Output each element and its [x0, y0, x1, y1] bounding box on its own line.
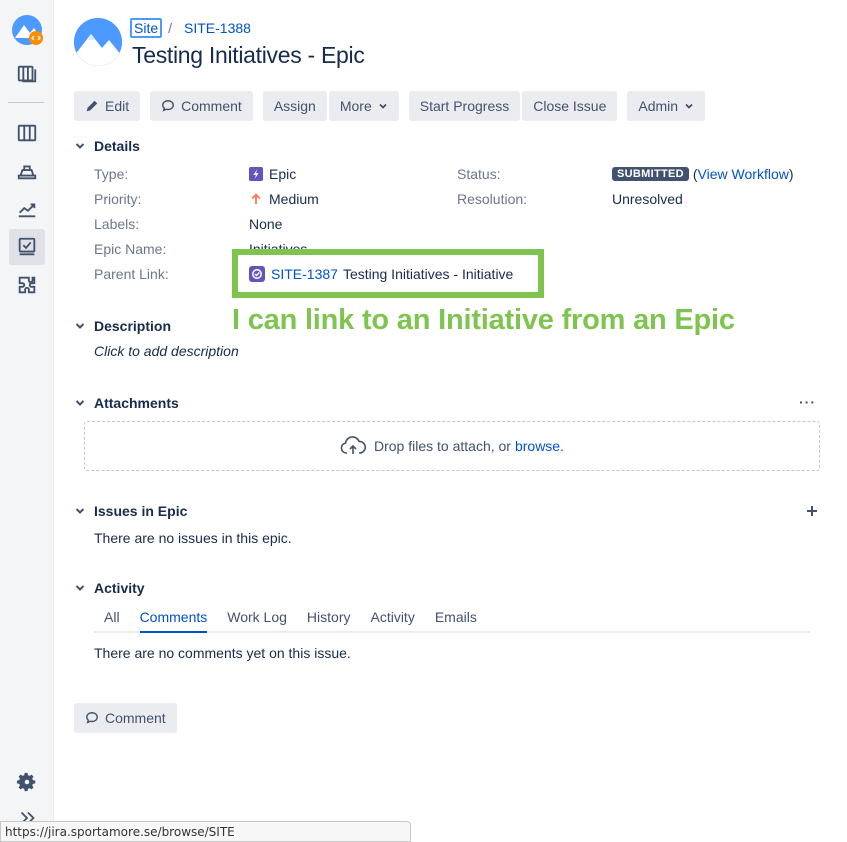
chevron-down-icon [75, 143, 85, 149]
attachments-section-toggle[interactable]: Attachments [74, 395, 179, 411]
tab-work-log[interactable]: Work Log [227, 609, 287, 631]
status-label: Status: [457, 166, 501, 182]
more-options-icon[interactable]: ··· [799, 394, 816, 410]
issue-toolbar: Edit Comment Assign More Start Progress … [74, 91, 706, 121]
browser-status-url: https://jira.sportamore.se/browse/SITE [0, 821, 411, 842]
breadcrumb-issue-link[interactable]: SITE-1388 [184, 20, 251, 36]
sidebar-divider [8, 102, 44, 103]
add-issue-plus-icon[interactable] [806, 505, 818, 517]
speech-bubble-icon [162, 100, 175, 112]
breadcrumb: Site / SITE-1388 [130, 18, 251, 38]
start-progress-button[interactable]: Start Progress [408, 91, 521, 121]
tab-emails[interactable]: Emails [435, 609, 477, 631]
issues-in-epic-empty: There are no issues in this epic. [94, 530, 292, 546]
parent-link-value: SITE-1387 Testing Initiatives - Initiati… [249, 266, 513, 282]
add-ons-icon[interactable] [9, 267, 45, 303]
epic-name-label: Epic Name: [94, 241, 167, 257]
type-value: Epic [249, 166, 296, 182]
chevron-down-icon [75, 400, 85, 406]
details-section-toggle[interactable]: Details [74, 138, 140, 154]
status-value: SUBMITTED (View Workflow) [612, 166, 794, 182]
epic-icon [249, 167, 263, 181]
comment-button[interactable]: Comment [150, 91, 253, 121]
attachment-dropzone[interactable]: Drop files to attach, or browse. [84, 421, 820, 471]
backlog-icon[interactable] [9, 56, 45, 92]
parent-link-label: Parent Link: [94, 266, 169, 282]
activity-empty: There are no comments yet on this issue. [94, 645, 351, 661]
speech-bubble-icon [86, 712, 98, 724]
close-issue-button[interactable]: Close Issue [522, 91, 618, 121]
edit-button[interactable]: Edit [74, 91, 141, 121]
close-paren: ) [788, 166, 794, 182]
chevron-down-icon [75, 508, 85, 514]
type-label: Type: [94, 166, 129, 182]
releases-icon[interactable] [9, 153, 45, 189]
project-avatar-icon[interactable] [9, 12, 45, 48]
global-sidebar [0, 0, 54, 842]
issue-view: Site / SITE-1388 Testing Initiatives - E… [54, 0, 847, 842]
annotation-text: I can link to an Initiative from an Epic [232, 304, 735, 336]
priority-label: Priority: [94, 191, 142, 207]
tab-activity[interactable]: Activity [370, 609, 414, 631]
browse-link[interactable]: browse. [515, 438, 564, 454]
breadcrumb-separator: / [168, 20, 173, 36]
description-placeholder[interactable]: Click to add description [94, 343, 239, 359]
resolution-label: Resolution: [457, 191, 528, 207]
settings-gear-icon[interactable] [9, 764, 45, 800]
labels-label: Labels: [94, 216, 140, 232]
chevron-down-icon [379, 103, 387, 109]
issues-icon[interactable] [9, 229, 45, 265]
reports-icon[interactable] [9, 191, 45, 227]
tab-history[interactable]: History [307, 609, 351, 631]
project-avatar[interactable] [74, 18, 122, 66]
initiative-icon [249, 266, 265, 282]
parent-issue-key-link[interactable]: SITE-1387 [271, 266, 338, 282]
view-workflow-link[interactable]: View Workflow [698, 166, 789, 182]
assign-button[interactable]: Assign [262, 91, 327, 121]
status-badge: SUBMITTED [612, 167, 689, 181]
breadcrumb-project-link[interactable]: Site [130, 18, 163, 38]
tab-comments[interactable]: Comments [139, 609, 207, 633]
admin-button[interactable]: Admin [627, 91, 706, 121]
parent-issue-title: Testing Initiatives - Initiative [342, 266, 514, 282]
arrow-up-icon [251, 193, 261, 205]
issues-in-epic-section-toggle[interactable]: Issues in Epic [74, 503, 187, 519]
resolution-value: Unresolved [612, 191, 683, 207]
board-icon[interactable] [9, 115, 45, 151]
priority-value: Medium [249, 191, 319, 207]
page-title: Testing Initiatives - Epic [132, 42, 365, 68]
activity-tabs: All Comments Work Log History Activity E… [94, 609, 810, 633]
pencil-icon [86, 100, 98, 112]
cloud-upload-icon [340, 436, 366, 454]
labels-value: None [249, 216, 283, 232]
tab-all[interactable]: All [94, 609, 120, 631]
chevron-down-icon [75, 323, 85, 329]
description-section-toggle[interactable]: Description [74, 318, 171, 334]
activity-section-toggle[interactable]: Activity [74, 580, 145, 596]
more-button[interactable]: More [328, 91, 399, 121]
chevron-down-icon [685, 103, 693, 109]
chevron-down-icon [75, 585, 85, 591]
add-comment-button[interactable]: Comment [74, 703, 177, 733]
